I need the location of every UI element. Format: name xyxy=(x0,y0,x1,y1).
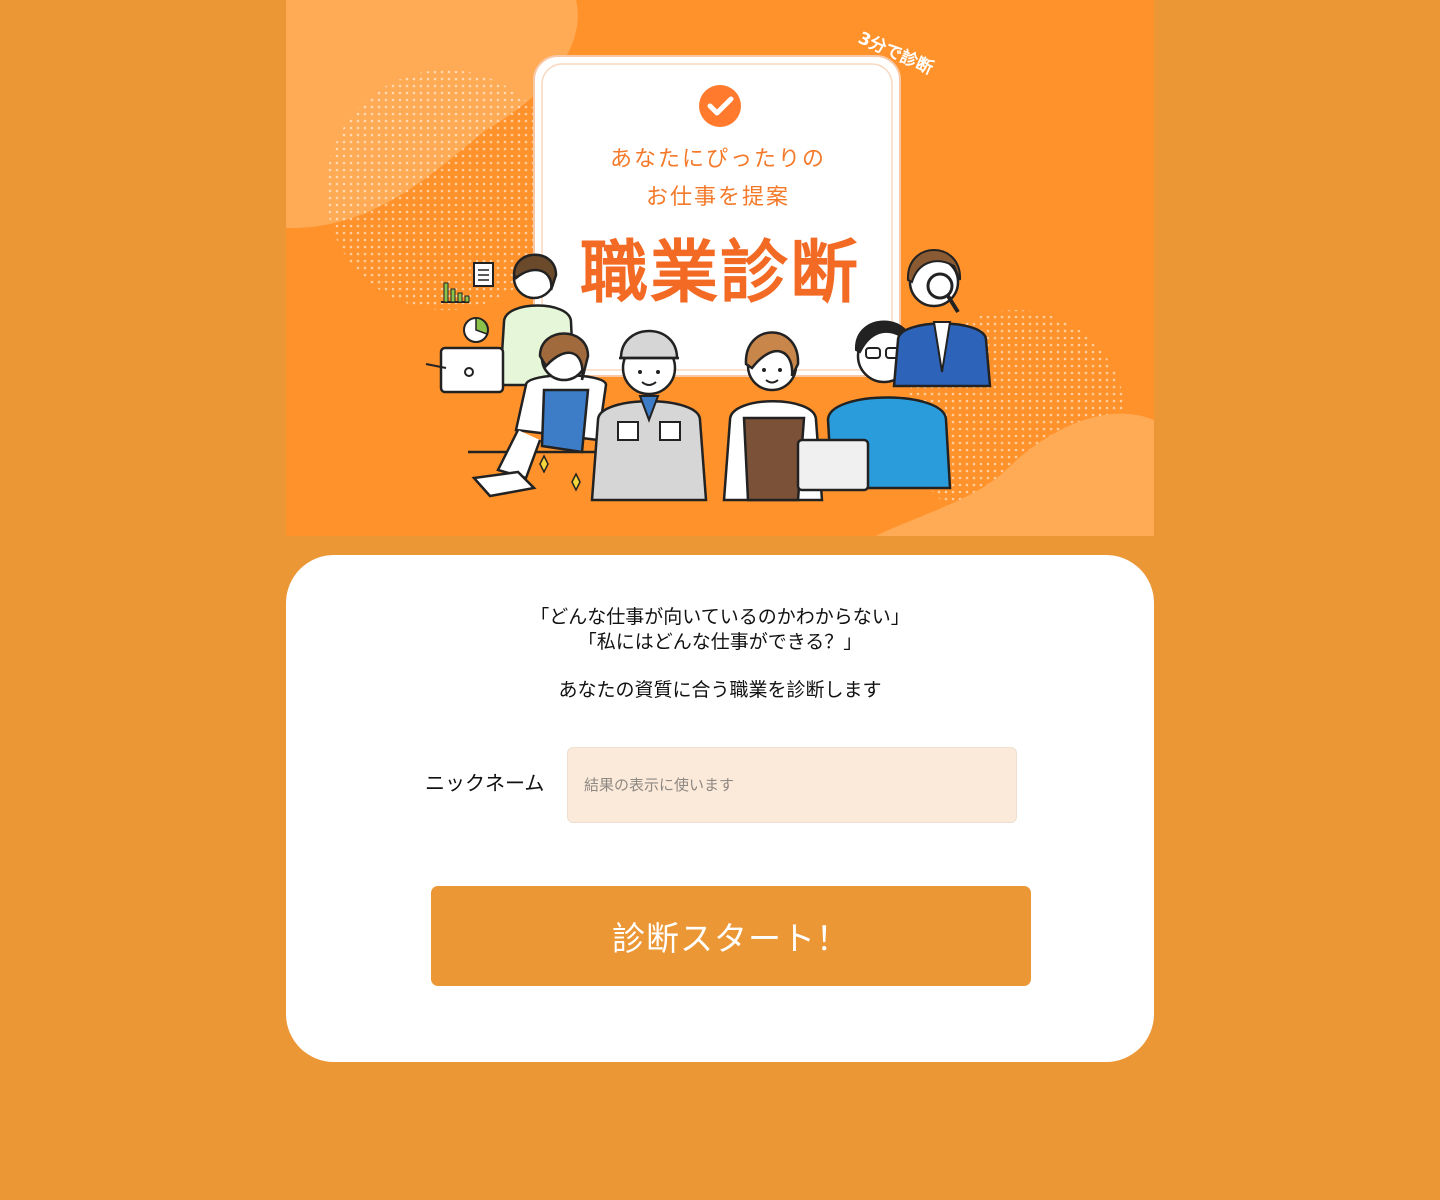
document-icon xyxy=(473,262,494,287)
hero-banner: あなたにぴったりの お仕事を提案 職業診断 3分で診断 xyxy=(286,0,1154,536)
diagnosis-card: 「どんな仕事が向いているのかわからない」 「私にはどんな仕事ができる？」 あなた… xyxy=(286,555,1154,1062)
hero-title: 職業診断 xyxy=(580,234,860,313)
magnifier-icon xyxy=(926,272,954,300)
intro-text: 「どんな仕事が向いているのかわからない」 「私にはどんな仕事ができる？」 あなた… xyxy=(286,605,1154,703)
start-diagnosis-button[interactable]: 診断スタート！ xyxy=(431,886,1031,986)
hero-tagline-line2: お仕事を提案 xyxy=(646,185,790,210)
nickname-input[interactable] xyxy=(567,747,1017,823)
pie-chart-icon xyxy=(463,317,489,343)
hero-tagline-line1: あなたにぴったりの xyxy=(610,147,826,172)
intro-line-1: 「どんな仕事が向いているのかわからない」 xyxy=(530,606,910,628)
intro-line-3: あなたの資質に合う職業を診断します xyxy=(558,679,882,701)
page: あなたにぴったりの お仕事を提案 職業診断 3分で診断 「どんな仕事が向いている… xyxy=(0,0,1440,1200)
intro-line-2: 「私にはどんな仕事ができる？」 xyxy=(577,631,863,653)
hero-illustration: あなたにぴったりの お仕事を提案 職業診断 3分で診断 xyxy=(286,0,1154,536)
sparkle-icon xyxy=(539,454,581,492)
nickname-label: ニックネーム xyxy=(425,771,545,795)
check-circle-icon xyxy=(699,85,741,127)
